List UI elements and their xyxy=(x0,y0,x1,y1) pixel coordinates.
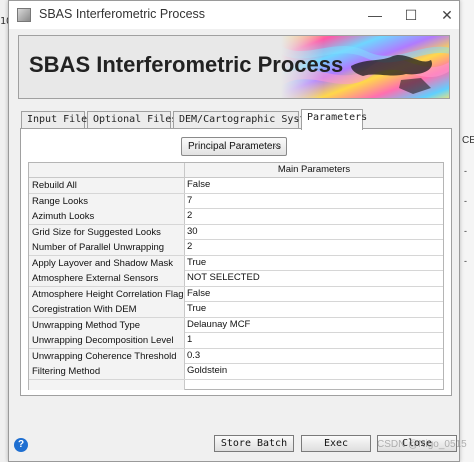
parameter-name: Azimuth Looks xyxy=(29,209,185,224)
table-row: Apply Layover and Shadow Mask True xyxy=(29,255,443,271)
banner-title: SBAS Interferometric Process xyxy=(29,52,344,77)
background-right-dash: - xyxy=(464,196,467,206)
tab-dem-cartographic-system[interactable]: DEM/Cartographic System xyxy=(173,111,317,129)
parameter-name: Number of Parallel Unwrapping xyxy=(29,240,185,255)
parameter-name-empty xyxy=(29,379,185,390)
table-row: Unwrapping Decomposition Level 1 xyxy=(29,333,443,349)
table-row-empty xyxy=(29,379,443,390)
table-row: Grid Size for Suggested Looks 30 xyxy=(29,224,443,240)
minimize-button[interactable]: — xyxy=(355,1,395,29)
table-row: Number of Parallel Unwrapping 2 xyxy=(29,240,443,256)
window-title: SBAS Interferometric Process xyxy=(39,7,206,21)
tab-input-files[interactable]: Input Files xyxy=(21,111,93,129)
table-row: Filtering Method Goldstein xyxy=(29,364,443,380)
title-bar[interactable]: SBAS Interferometric Process — ☐ ✕ xyxy=(9,1,459,29)
parameter-name: Atmosphere Height Correlation Flag xyxy=(29,286,185,302)
parameter-value[interactable]: 30 xyxy=(185,225,443,240)
table-row: Rebuild All False xyxy=(29,178,443,194)
chevron-down-icon: ⌵ xyxy=(274,141,281,151)
parameter-name: Coregistration With DEM xyxy=(29,302,185,317)
parameter-value[interactable]: 1 xyxy=(185,333,443,348)
table-header-label: Main Parameters xyxy=(277,164,351,175)
background-right-dash: - xyxy=(464,256,467,266)
parameter-value[interactable]: Delaunay MCF xyxy=(185,318,443,333)
table-header: Main Parameters xyxy=(29,163,443,178)
parameter-name: Unwrapping Coherence Threshold xyxy=(29,348,185,364)
table-row: Atmosphere External Sensors NOT SELECTED xyxy=(29,271,443,287)
parameter-value[interactable]: 2 xyxy=(185,240,443,255)
exec-button[interactable]: Exec xyxy=(301,435,371,452)
background-right-label: CE xyxy=(462,135,474,146)
parameter-value[interactable]: True xyxy=(185,302,443,317)
parameter-value[interactable]: NOT SELECTED xyxy=(185,271,443,286)
store-batch-button[interactable]: Store Batch xyxy=(214,435,294,452)
table-row: Unwrapping Method Type Delaunay MCF xyxy=(29,317,443,333)
parameter-name: Filtering Method xyxy=(29,364,185,379)
parameter-value[interactable]: False xyxy=(185,287,443,302)
tab-optional-files[interactable]: Optional Files xyxy=(87,111,177,129)
parameters-table: Main Parameters Rebuild All False Range … xyxy=(28,162,444,390)
background-right-dash: - xyxy=(464,226,467,236)
parameter-group-selected: Principal Parameters xyxy=(188,141,281,152)
table-header-corner xyxy=(29,163,185,177)
parameter-value[interactable]: 0.3 xyxy=(185,349,443,364)
close-button[interactable]: Close xyxy=(377,435,457,452)
parameter-value[interactable]: True xyxy=(185,256,443,271)
parameter-name: Unwrapping Decomposition Level xyxy=(29,333,185,348)
parameter-name: Grid Size for Suggested Looks xyxy=(29,224,185,240)
parameter-value[interactable]: 2 xyxy=(185,209,443,224)
parameter-name: Rebuild All xyxy=(29,178,185,193)
tab-parameters[interactable]: Parameters xyxy=(301,109,367,130)
parameter-name: Unwrapping Method Type xyxy=(29,317,185,333)
parameter-value[interactable]: Goldstein xyxy=(185,364,443,379)
maximize-button[interactable]: ☐ xyxy=(391,1,431,29)
app-icon xyxy=(17,8,31,22)
table-row: Atmosphere Height Correlation Flag False xyxy=(29,286,443,302)
sbas-dialog-window: SBAS Interferometric Process — ☐ ✕ SBAS … xyxy=(8,0,467,462)
parameter-name: Range Looks xyxy=(29,193,185,209)
table-row: Coregistration With DEM True xyxy=(29,302,443,318)
parameter-group-select[interactable]: Principal Parameters ⌵ xyxy=(181,137,287,156)
table-row: Azimuth Looks 2 xyxy=(29,209,443,225)
help-icon[interactable]: ? xyxy=(14,438,28,452)
parameter-value[interactable]: 7 xyxy=(185,194,443,209)
table-row: Range Looks 7 xyxy=(29,193,443,209)
parameters-panel: Principal Parameters ⌵ Main Parameters R… xyxy=(20,128,452,396)
background-right-dash: - xyxy=(464,166,467,176)
table-row: Unwrapping Coherence Threshold 0.3 xyxy=(29,348,443,364)
parameter-value[interactable]: False xyxy=(185,178,443,193)
parameter-name: Apply Layover and Shadow Mask xyxy=(29,255,185,271)
header-banner: SBAS Interferometric Process xyxy=(18,35,450,99)
close-window-button[interactable]: ✕ xyxy=(427,1,467,29)
parameter-name: Atmosphere External Sensors xyxy=(29,271,185,286)
